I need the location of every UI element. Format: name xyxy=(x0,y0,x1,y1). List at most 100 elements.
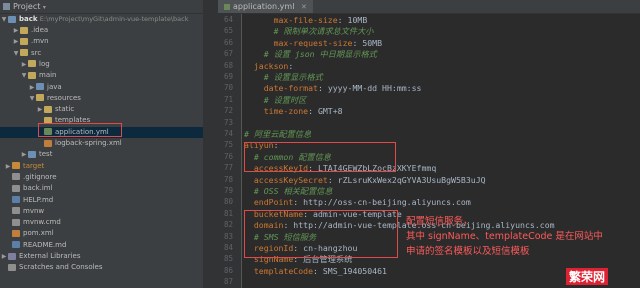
project-panel-header[interactable]: Project ▾ xyxy=(0,0,203,14)
tree-item-log[interactable]: ▶ log xyxy=(0,59,203,70)
tree-item-static[interactable]: ▶ static xyxy=(0,104,203,115)
tree-item-label: .idea xyxy=(31,26,49,34)
chevron-right-icon[interactable]: ▶ xyxy=(0,251,8,262)
code-line[interactable]: # 阿里云配置信息 xyxy=(244,128,311,140)
chevron-right-icon[interactable]: ▶ xyxy=(20,149,28,160)
folder-icon xyxy=(36,83,44,90)
code-line[interactable]: jackson: xyxy=(244,60,293,72)
yaml-key: jackson xyxy=(253,60,289,71)
line-number: 80 xyxy=(223,197,233,207)
chevron-down-icon[interactable]: ▾ xyxy=(43,4,46,11)
file-icon xyxy=(12,218,20,226)
tree-item-mvnw[interactable]: mvnw xyxy=(0,206,203,217)
close-icon[interactable]: ✕ xyxy=(301,3,307,11)
tree-item-back-iml[interactable]: back.iml xyxy=(0,183,203,194)
tree-item-target[interactable]: ▶ target xyxy=(0,161,203,172)
tree-item-help-md[interactable]: HELP.md xyxy=(0,195,203,206)
tree-item-label: mvnw xyxy=(23,206,45,215)
tree-item--gitignore[interactable]: .gitignore xyxy=(0,172,203,183)
code-line[interactable]: max-request-size: 50MB xyxy=(244,37,382,49)
folder-icon xyxy=(8,15,16,23)
watermark-badge: 繁荣网 xyxy=(566,268,609,285)
tree-item--mvn[interactable]: ▶ .mvn xyxy=(0,36,203,47)
tree-item-resources[interactable]: ▼ resources xyxy=(0,93,203,104)
tree-item-external-libraries[interactable]: ▶ External Libraries xyxy=(0,251,203,262)
yaml-value: 50MB xyxy=(362,37,383,48)
tree-item-label: HELP.md xyxy=(23,195,54,204)
folder-icon xyxy=(20,37,28,45)
project-icon xyxy=(3,3,10,10)
tree-item-label: pom.xml xyxy=(23,229,54,238)
credentials-highlight-box xyxy=(244,142,396,172)
chevron-right-icon[interactable]: ▶ xyxy=(12,36,20,47)
code-line[interactable]: templateCode: SMS_194050461 xyxy=(244,265,387,277)
code-line[interactable]: # OSS 相关配置信息 xyxy=(244,185,333,197)
yaml-comment: # 阿里云配置信息 xyxy=(244,129,312,139)
yml-file-icon xyxy=(224,3,230,10)
line-number: 73 xyxy=(223,117,233,127)
folder-icon xyxy=(20,49,28,57)
line-number: 77 xyxy=(223,163,233,173)
tree-item-java[interactable]: ▶ java xyxy=(0,82,203,93)
code-line[interactable]: # 设置显示格式 xyxy=(244,71,323,83)
tree-item-readme-md[interactable]: README.md xyxy=(0,240,203,251)
md-file-icon xyxy=(12,241,20,249)
chevron-down-icon[interactable]: ▼ xyxy=(12,48,20,59)
code-line[interactable]: max-file-size: 10MB xyxy=(244,14,368,26)
line-number: 78 xyxy=(223,174,233,184)
chevron-down-icon[interactable]: ▼ xyxy=(0,14,8,25)
chevron-right-icon[interactable]: ▶ xyxy=(20,59,28,70)
code-line[interactable]: # 设置时区 xyxy=(244,94,307,106)
project-panel-title: Project xyxy=(13,2,41,11)
chevron-right-icon[interactable]: ▶ xyxy=(12,25,20,36)
code-line[interactable]: endPoint: http://oss-cn-beijing.aliyuncs… xyxy=(244,196,471,208)
line-number: 72 xyxy=(223,106,233,116)
tree-item-label: static xyxy=(55,105,75,114)
tree-item-label: target xyxy=(23,161,45,170)
tab-application-yml[interactable]: application.yml ✕ xyxy=(218,0,313,13)
folder-icon xyxy=(28,150,36,158)
tree-root[interactable]: ▼ back E:\myProject\myGit\admin-vue-templ… xyxy=(0,14,203,25)
tree-item-pom-xml[interactable]: pom.xml xyxy=(0,228,203,239)
tree-item-label: mvnw.cmd xyxy=(23,218,61,227)
tree-item-logback-spring-xml[interactable]: logback-spring.xml xyxy=(0,138,203,149)
tree-item-scratches-and-consoles[interactable]: Scratches and Consoles xyxy=(0,262,203,273)
colon: : xyxy=(337,15,348,25)
tree-item-src[interactable]: ▼ src xyxy=(0,48,203,59)
tree-item-label: test xyxy=(39,150,53,159)
root-path: E:\myProject\myGit\admin-vue-template\ba… xyxy=(39,15,189,23)
code-line[interactable]: time-zone: GMT+8 xyxy=(244,105,343,117)
folder-icon xyxy=(28,60,36,68)
code-line[interactable]: # 设置 json 中日期显示格式 xyxy=(244,48,377,60)
colon: : xyxy=(288,60,294,71)
chevron-right-icon[interactable]: ▶ xyxy=(28,82,36,93)
line-number: 81 xyxy=(223,208,233,218)
tree-item-mvnw-cmd[interactable]: mvnw.cmd xyxy=(0,217,203,228)
chevron-down-icon[interactable]: ▼ xyxy=(28,93,36,104)
code-line[interactable]: accessKeySecret: rZLsruKxWex2qGYVA3UsuBg… xyxy=(244,174,486,186)
tree-item-label: README.md xyxy=(23,240,67,249)
xml-file-icon xyxy=(44,139,52,147)
folder-icon xyxy=(20,26,28,34)
chevron-down-icon[interactable]: ▼ xyxy=(20,70,28,81)
chevron-right-icon[interactable]: ▶ xyxy=(4,161,12,172)
tree-item-main[interactable]: ▼ main xyxy=(0,70,203,81)
sms-highlight-box xyxy=(244,210,398,258)
tree-item-test[interactable]: ▶ test xyxy=(0,149,203,160)
code-line[interactable]: date-format: yyyy-MM-dd HH:mm:ss xyxy=(244,82,422,94)
xml-file-icon xyxy=(12,229,20,237)
colon: : xyxy=(293,197,304,208)
yaml-key: max-request-size xyxy=(273,37,353,48)
code-line[interactable]: # 限制单次请求总文件大小 xyxy=(244,25,374,37)
chevron-right-icon[interactable]: ▶ xyxy=(36,104,44,115)
tree-item--idea[interactable]: ▶ .idea xyxy=(0,25,203,36)
line-number: 64 xyxy=(223,15,233,24)
